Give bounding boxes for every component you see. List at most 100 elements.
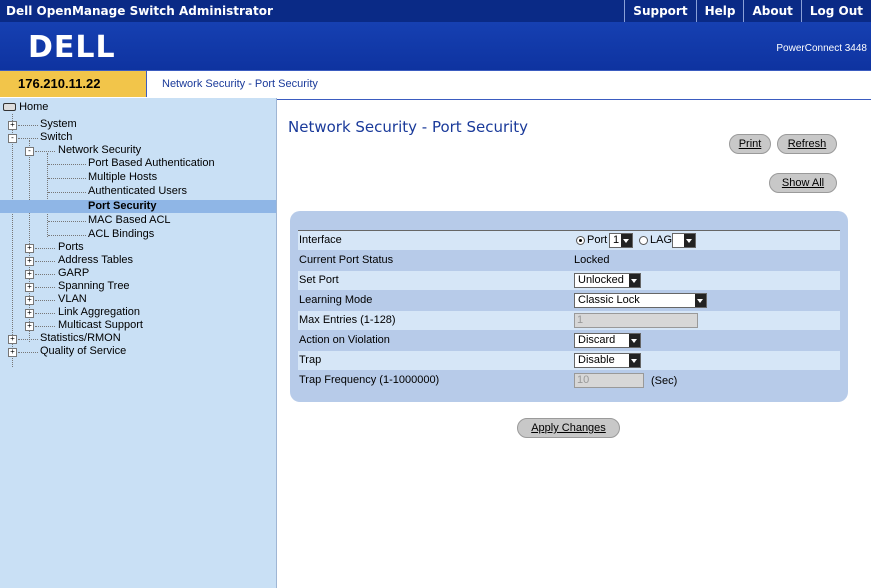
tree-guide: [48, 235, 86, 236]
tree-item-vlan[interactable]: VLAN: [58, 293, 87, 306]
trap-frequency-label: Trap Frequency (1-1000000): [299, 374, 440, 386]
tree-item-acl-bindings[interactable]: ACL Bindings: [88, 228, 154, 241]
form-row-max-entries: Max Entries (1-128) 1: [298, 311, 840, 330]
port-select-value: 1: [613, 234, 620, 246]
device-ip-text: 176.210.11.22: [18, 76, 101, 91]
tree-item-system[interactable]: System: [40, 118, 77, 131]
current-port-status-value: Locked: [574, 254, 610, 266]
tree-item-mac-based-acl[interactable]: MAC Based ACL: [88, 214, 171, 227]
expand-icon[interactable]: +: [25, 322, 34, 331]
form-row-action-on-violation: Action on Violation Discard: [298, 331, 840, 350]
max-entries-label: Max Entries (1-128): [299, 314, 396, 326]
logout-link[interactable]: Log Out: [800, 0, 871, 22]
tree-guide: [48, 192, 86, 193]
form-row-current-port-status: Current Port Status Locked: [298, 251, 840, 270]
tree-item-multicast-support[interactable]: Multicast Support: [58, 319, 143, 332]
main-content: Network Security - Port Security Print R…: [277, 98, 871, 588]
expand-icon[interactable]: +: [8, 348, 17, 357]
set-port-value: Unlocked: [578, 274, 624, 286]
show-all-button[interactable]: Show All: [769, 173, 837, 193]
expand-icon[interactable]: +: [25, 296, 34, 305]
form-row-trap: Trap Disable: [298, 351, 840, 370]
device-ip: 176.210.11.22: [0, 71, 147, 97]
help-link[interactable]: Help: [695, 0, 744, 22]
chevron-down-icon: [629, 354, 640, 367]
tree-guide: [18, 125, 38, 126]
tree-guide: [35, 151, 55, 152]
tree-item-authenticated-users[interactable]: Authenticated Users: [88, 185, 187, 198]
chevron-down-icon: [621, 234, 632, 247]
refresh-button[interactable]: Refresh: [777, 134, 837, 154]
expand-icon[interactable]: +: [25, 257, 34, 266]
set-port-select[interactable]: Unlocked: [574, 273, 641, 288]
dell-logo: DELL: [28, 30, 116, 65]
tree-item-network-security[interactable]: Network Security: [58, 144, 141, 157]
tree-item-link-aggregation[interactable]: Link Aggregation: [58, 306, 140, 319]
tree-guide: [48, 221, 86, 222]
expand-icon[interactable]: +: [8, 335, 17, 344]
apply-changes-button[interactable]: Apply Changes: [517, 418, 620, 438]
chevron-down-icon: [629, 274, 640, 287]
tree-item-address-tables[interactable]: Address Tables: [58, 254, 133, 267]
learning-mode-label: Learning Mode: [299, 294, 373, 306]
collapse-icon[interactable]: -: [25, 147, 34, 156]
form-row-set-port: Set Port Unlocked: [298, 271, 840, 290]
max-entries-input[interactable]: 1: [574, 313, 698, 328]
expand-icon[interactable]: +: [25, 283, 34, 292]
tree-item-switch[interactable]: Switch: [40, 131, 72, 144]
trap-value: Disable: [578, 354, 615, 366]
tree-item-quality-of-service[interactable]: Quality of Service: [40, 345, 126, 358]
tree-item-multiple-hosts[interactable]: Multiple Hosts: [88, 171, 157, 184]
current-port-status-label: Current Port Status: [299, 254, 394, 266]
learning-mode-select[interactable]: Classic Lock: [574, 293, 707, 308]
form-row-learning-mode: Learning Mode Classic Lock: [298, 291, 840, 310]
expand-icon[interactable]: +: [25, 309, 34, 318]
tree-item-spanning-tree[interactable]: Spanning Tree: [58, 280, 130, 293]
tree-guide: [47, 153, 48, 237]
model-name: PowerConnect 3448: [776, 43, 867, 54]
tree-guide: [18, 339, 38, 340]
tree-guide: [35, 300, 55, 301]
tree-guide: [48, 164, 86, 165]
tree-home[interactable]: Home: [3, 101, 48, 114]
chevron-down-icon: [684, 234, 695, 247]
sidebar: Home + System - Switch - Network Securit…: [0, 98, 277, 588]
tree-guide: [35, 261, 55, 262]
lag-radio-label: LAG: [650, 234, 673, 246]
expand-icon[interactable]: +: [25, 244, 34, 253]
action-on-violation-label: Action on Violation: [299, 334, 390, 346]
trap-frequency-unit: (Sec): [651, 375, 678, 387]
interface-label: Interface: [299, 234, 342, 246]
form-row-interface: Interface Port 1 LAG: [298, 231, 840, 250]
trap-label: Trap: [299, 354, 322, 366]
expand-icon[interactable]: +: [25, 270, 34, 279]
top-nav: Support Help About Log Out: [624, 0, 871, 22]
chevron-down-icon: [695, 294, 706, 307]
port-select[interactable]: 1: [609, 233, 633, 248]
brand-bar: [0, 22, 871, 70]
breadcrumb: Network Security - Port Security: [162, 78, 318, 90]
port-radio[interactable]: [576, 236, 585, 245]
collapse-icon[interactable]: -: [8, 134, 17, 143]
expand-icon[interactable]: +: [8, 121, 17, 130]
about-link[interactable]: About: [743, 0, 800, 22]
trap-frequency-input[interactable]: 10: [574, 373, 644, 388]
print-button[interactable]: Print: [729, 134, 771, 154]
lag-select[interactable]: [672, 233, 696, 248]
support-link[interactable]: Support: [624, 0, 695, 22]
tree-item-port-based-authentication[interactable]: Port Based Authentication: [88, 157, 215, 170]
app-title: Dell OpenManage Switch Administrator: [6, 4, 273, 18]
trap-select[interactable]: Disable: [574, 353, 641, 368]
tree-guide: [18, 352, 38, 353]
tree-item-ports[interactable]: Ports: [58, 241, 84, 254]
action-on-violation-select[interactable]: Discard: [574, 333, 641, 348]
tree-guide: [35, 274, 55, 275]
tree-home-label: Home: [19, 101, 49, 113]
action-on-violation-value: Discard: [578, 334, 616, 346]
port-security-form: Interface Port 1 LAG Current Port Status…: [290, 211, 848, 402]
tree-guide: [48, 178, 86, 179]
tree-item-port-security[interactable]: Port Security: [0, 200, 276, 213]
lag-radio[interactable]: [639, 236, 648, 245]
tree-item-statistics-rmon[interactable]: Statistics/RMON: [40, 332, 121, 345]
tree-item-garp[interactable]: GARP: [58, 267, 89, 280]
